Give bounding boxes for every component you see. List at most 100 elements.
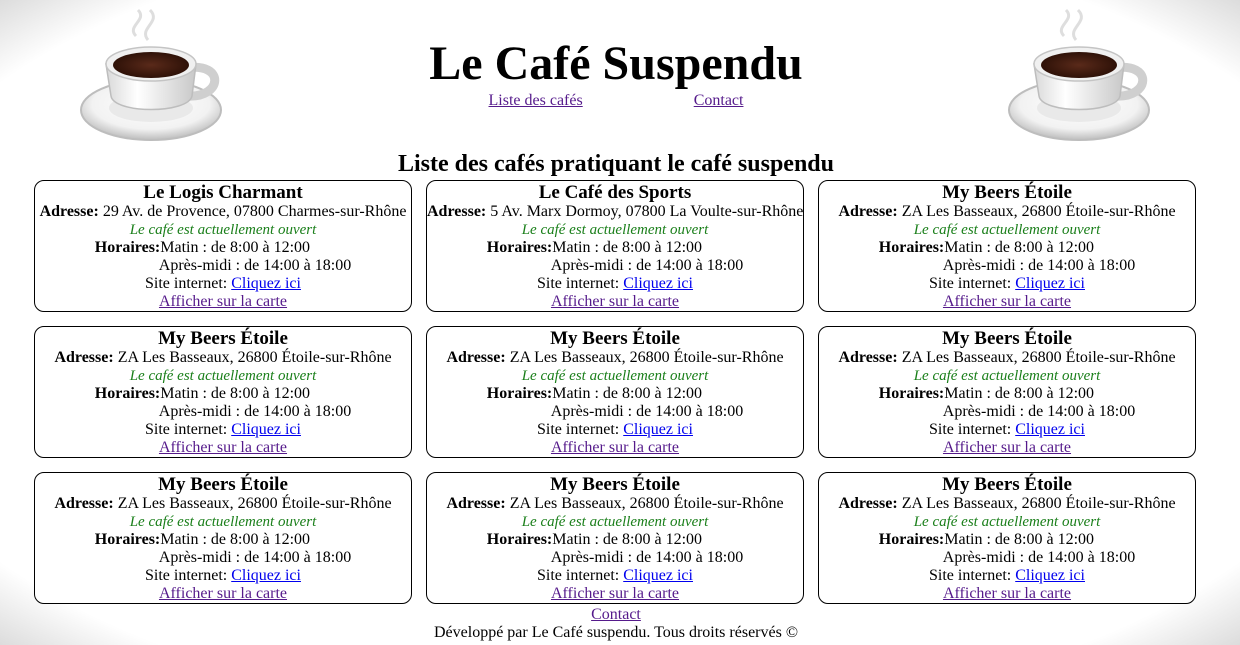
cafe-address: Adresse: 5 Av. Marx Dormoy, 07800 La Vou… xyxy=(427,203,803,221)
hours-afternoon: Après-midi : de 14:00 à 18:00 xyxy=(550,257,744,274)
hours-morning: Matin : de 8:00 à 12:00 xyxy=(944,385,1095,402)
website-link[interactable]: Cliquez ici xyxy=(623,567,693,584)
cafe-card: Le Logis Charmant Adresse: 29 Av. de Pro… xyxy=(34,180,412,312)
cafe-website: Site internet: Cliquez ici xyxy=(819,567,1195,585)
open-status: Le café est actuellement ouvert xyxy=(913,514,1101,530)
cafe-website: Site internet: Cliquez ici xyxy=(427,421,803,439)
website-link[interactable]: Cliquez ici xyxy=(623,275,693,292)
address-label: Adresse: xyxy=(54,349,114,366)
hours-label: Horaires: xyxy=(94,531,161,548)
cafe-website: Site internet: Cliquez ici xyxy=(819,275,1195,293)
hours-morning: Matin : de 8:00 à 12:00 xyxy=(944,239,1095,256)
hours-morning: Matin : de 8:00 à 12:00 xyxy=(552,531,703,548)
address-label: Adresse: xyxy=(54,495,114,512)
open-status: Le café est actuellement ouvert xyxy=(129,514,317,530)
hours-morning: Matin : de 8:00 à 12:00 xyxy=(160,531,311,548)
hours-morning: Matin : de 8:00 à 12:00 xyxy=(552,239,703,256)
website-label: Site internet: xyxy=(929,567,1012,584)
hours-label: Horaires: xyxy=(486,385,553,402)
show-on-map-link[interactable]: Afficher sur la carte xyxy=(551,293,679,310)
hours-label: Horaires: xyxy=(486,531,553,548)
open-status: Le café est actuellement ouvert xyxy=(129,222,317,238)
cafe-hours: Horaires:Matin : de 8:00 à 12:00 Après-m… xyxy=(879,385,1135,421)
website-label: Site internet: xyxy=(537,421,620,438)
address-label: Adresse: xyxy=(39,203,99,220)
address-label: Adresse: xyxy=(838,203,898,220)
open-status: Le café est actuellement ouvert xyxy=(913,222,1101,238)
open-status: Le café est actuellement ouvert xyxy=(521,368,709,384)
address-value: ZA Les Basseaux, 26800 Étoile-sur-Rhône xyxy=(901,203,1176,220)
website-label: Site internet: xyxy=(537,275,620,292)
cafe-name: My Beers Étoile xyxy=(942,182,1072,203)
cafe-name: My Beers Étoile xyxy=(550,328,680,349)
cafe-card: My Beers Étoile Adresse: ZA Les Basseaux… xyxy=(34,472,412,604)
hours-morning: Matin : de 8:00 à 12:00 xyxy=(944,531,1095,548)
cafe-card: My Beers Étoile Adresse: ZA Les Basseaux… xyxy=(34,326,412,458)
hours-label: Horaires: xyxy=(94,239,161,256)
address-label: Adresse: xyxy=(446,495,506,512)
cafe-address: Adresse: ZA Les Basseaux, 26800 Étoile-s… xyxy=(35,349,411,367)
address-label: Adresse: xyxy=(446,349,506,366)
website-link[interactable]: Cliquez ici xyxy=(1015,421,1085,438)
hours-afternoon: Après-midi : de 14:00 à 18:00 xyxy=(942,549,1136,566)
hours-morning: Matin : de 8:00 à 12:00 xyxy=(160,239,311,256)
address-value: ZA Les Basseaux, 26800 Étoile-sur-Rhône xyxy=(509,495,784,512)
show-on-map-link[interactable]: Afficher sur la carte xyxy=(159,293,287,310)
nav-link-contact[interactable]: Contact xyxy=(694,92,744,109)
hours-label: Horaires: xyxy=(878,385,945,402)
show-on-map-link[interactable]: Afficher sur la carte xyxy=(551,439,679,456)
show-on-map-link[interactable]: Afficher sur la carte xyxy=(159,439,287,456)
address-label: Adresse: xyxy=(838,495,898,512)
address-value: ZA Les Basseaux, 26800 Étoile-sur-Rhône xyxy=(509,349,784,366)
cafe-address: Adresse: 29 Av. de Provence, 07800 Charm… xyxy=(35,203,411,221)
website-link[interactable]: Cliquez ici xyxy=(1015,275,1085,292)
cafe-name: Le Logis Charmant xyxy=(143,182,303,203)
cafe-grid: Le Logis Charmant Adresse: 29 Av. de Pro… xyxy=(34,180,1196,604)
hours-afternoon: Après-midi : de 14:00 à 18:00 xyxy=(158,403,352,420)
address-label: Adresse: xyxy=(427,203,487,220)
cafe-name: My Beers Étoile xyxy=(942,328,1072,349)
show-on-map-link[interactable]: Afficher sur la carte xyxy=(943,585,1071,602)
open-status: Le café est actuellement ouvert xyxy=(913,368,1101,384)
cafe-address: Adresse: ZA Les Basseaux, 26800 Étoile-s… xyxy=(819,349,1195,367)
show-on-map-link[interactable]: Afficher sur la carte xyxy=(551,585,679,602)
cafe-hours: Horaires:Matin : de 8:00 à 12:00 Après-m… xyxy=(95,531,351,567)
nav-link-cafe-list[interactable]: Liste des cafés xyxy=(489,92,583,109)
cafe-address: Adresse: ZA Les Basseaux, 26800 Étoile-s… xyxy=(35,495,411,513)
hours-afternoon: Après-midi : de 14:00 à 18:00 xyxy=(942,403,1136,420)
address-value: ZA Les Basseaux, 26800 Étoile-sur-Rhône xyxy=(117,349,392,366)
address-value: 29 Av. de Provence, 07800 Charmes-sur-Rh… xyxy=(102,203,407,220)
cafe-card: My Beers Étoile Adresse: ZA Les Basseaux… xyxy=(818,472,1196,604)
hours-label: Horaires: xyxy=(878,239,945,256)
address-value: ZA Les Basseaux, 26800 Étoile-sur-Rhône xyxy=(901,349,1176,366)
hours-label: Horaires: xyxy=(94,385,161,402)
cafe-website: Site internet: Cliquez ici xyxy=(35,275,411,293)
show-on-map-link[interactable]: Afficher sur la carte xyxy=(159,585,287,602)
footer-contact-link[interactable]: Contact xyxy=(591,606,641,623)
cafe-card: My Beers Étoile Adresse: ZA Les Basseaux… xyxy=(818,326,1196,458)
main-nav: Liste des cafés Contact xyxy=(0,91,1232,111)
website-label: Site internet: xyxy=(145,421,228,438)
website-label: Site internet: xyxy=(929,421,1012,438)
website-link[interactable]: Cliquez ici xyxy=(231,275,301,292)
cafe-card: Le Café des Sports Adresse: 5 Av. Marx D… xyxy=(426,180,804,312)
cafe-name: Le Café des Sports xyxy=(538,182,692,203)
website-label: Site internet: xyxy=(537,567,620,584)
cafe-website: Site internet: Cliquez ici xyxy=(427,275,803,293)
website-link[interactable]: Cliquez ici xyxy=(231,421,301,438)
show-on-map-link[interactable]: Afficher sur la carte xyxy=(943,293,1071,310)
website-link[interactable]: Cliquez ici xyxy=(1015,567,1085,584)
cafe-card: My Beers Étoile Adresse: ZA Les Basseaux… xyxy=(818,180,1196,312)
website-label: Site internet: xyxy=(929,275,1012,292)
website-link[interactable]: Cliquez ici xyxy=(231,567,301,584)
hours-morning: Matin : de 8:00 à 12:00 xyxy=(160,385,311,402)
cafe-address: Adresse: ZA Les Basseaux, 26800 Étoile-s… xyxy=(427,495,803,513)
cafe-card: My Beers Étoile Adresse: ZA Les Basseaux… xyxy=(426,326,804,458)
website-link[interactable]: Cliquez ici xyxy=(623,421,693,438)
cafe-address: Adresse: ZA Les Basseaux, 26800 Étoile-s… xyxy=(819,203,1195,221)
cafe-website: Site internet: Cliquez ici xyxy=(35,421,411,439)
show-on-map-link[interactable]: Afficher sur la carte xyxy=(943,439,1071,456)
open-status: Le café est actuellement ouvert xyxy=(521,222,709,238)
cafe-hours: Horaires:Matin : de 8:00 à 12:00 Après-m… xyxy=(95,239,351,275)
address-value: 5 Av. Marx Dormoy, 07800 La Voulte-sur-R… xyxy=(490,203,804,220)
